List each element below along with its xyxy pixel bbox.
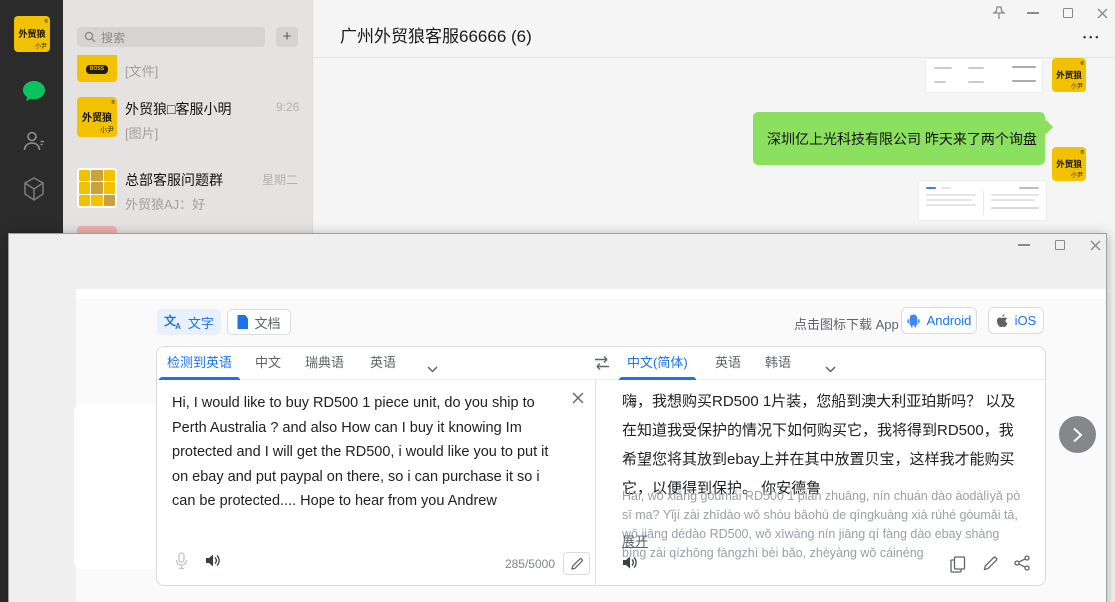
add-chat-button[interactable]: + [276, 27, 298, 47]
next-card-button[interactable] [1059, 416, 1096, 453]
pin-icon[interactable] [990, 4, 1008, 22]
next-arrow-icon [1072, 427, 1083, 443]
swap-languages-icon[interactable] [593, 355, 611, 376]
speaker-icon[interactable] [622, 555, 638, 575]
translation-text: 嗨，我想购买RD500 1片装，您船到澳大利亚珀斯吗？ 以及在知道我受保护的情况… [622, 387, 1018, 503]
chats-nav-icon[interactable] [21, 78, 47, 104]
close-button[interactable] [1093, 4, 1111, 22]
contacts-nav-icon[interactable] [21, 128, 47, 154]
chevron-down-icon[interactable] [427, 360, 438, 378]
minimize-button[interactable] [1015, 236, 1033, 254]
source-lang-tab[interactable]: 英语 [362, 347, 404, 380]
conversation-title: 广州外贸狼客服66666 (6) [340, 22, 532, 47]
pencil-icon[interactable] [983, 556, 998, 576]
user-avatar[interactable]: 外贸狼 ® 小尹 [14, 16, 50, 52]
chat-item-avatar[interactable]: 外贸狼 ® 小尹 [77, 97, 117, 137]
moments-cube-nav-icon[interactable] [21, 176, 47, 202]
image-message[interactable] [918, 180, 1047, 221]
chat-item-avatar[interactable]: BOSS [77, 55, 117, 82]
translator-window: 文A 文字 文档 点击图标下载 App Android iOS 检测到英语 中文… [8, 233, 1107, 602]
chat-more-menu[interactable]: ••• [1083, 32, 1101, 42]
target-lang-tab-active[interactable]: 中文(简体) [619, 347, 696, 380]
translator-toolbar-strip [76, 289, 1106, 299]
target-lang-tab[interactable]: 英语 [707, 347, 749, 380]
search-placeholder: 搜索 [101, 29, 125, 46]
avatar-brand-text: 外贸狼 [14, 27, 50, 40]
translation-card: 检测到英语 中文 瑞典语 英语 中文(简体) 英语 韩语 Hi, I would… [156, 346, 1046, 586]
download-hint: 点击图标下载 App [794, 314, 899, 333]
search-input[interactable]: 搜索 [77, 27, 265, 47]
maximize-button[interactable] [1051, 236, 1069, 254]
wen-a-translate-icon: 文A [164, 312, 182, 329]
maximize-button[interactable] [1059, 4, 1077, 22]
android-download-button[interactable]: Android [901, 307, 977, 334]
minimize-button[interactable] [1024, 4, 1042, 22]
pencil-icon [571, 558, 583, 570]
chat-item-time: 星期二 [262, 171, 298, 188]
message-text: 深圳亿上光科技有限公司 昨天来了两个询盘 [767, 129, 1037, 149]
tab-text-translate[interactable]: 文A 文字 [157, 309, 221, 335]
image-message[interactable] [925, 58, 1043, 93]
expand-link[interactable]: 展开 [622, 531, 648, 550]
speaker-icon[interactable] [205, 553, 221, 573]
clear-source-icon[interactable] [571, 391, 589, 409]
close-button[interactable] [1086, 236, 1104, 254]
ios-download-button[interactable]: iOS [988, 307, 1044, 334]
boss-badge: BOSS [86, 65, 108, 74]
chevron-down-icon[interactable] [825, 360, 836, 378]
edit-source-button[interactable] [563, 552, 590, 575]
tab-doc-translate[interactable]: 文档 [227, 309, 291, 335]
previous-translation-card-peek [74, 404, 158, 569]
source-lang-tab[interactable]: 瑞典语 [297, 347, 352, 380]
target-lang-tab[interactable]: 韩语 [757, 347, 799, 380]
chat-item-subtitle[interactable]: [图片] [125, 123, 158, 142]
text-message-bubble[interactable]: 深圳亿上光科技有限公司 昨天来了两个询盘 [753, 112, 1045, 165]
source-lang-tab-detected[interactable]: 检测到英语 [159, 347, 240, 380]
source-lang-tab[interactable]: 中文 [247, 347, 289, 380]
chat-item-time: 9:26 [276, 100, 298, 114]
source-text-area[interactable]: Hi, I would like to buy RD500 1 piece un… [172, 391, 564, 514]
mic-icon[interactable] [175, 552, 188, 575]
share-icon[interactable] [1014, 555, 1030, 576]
char-counter: 285/5000 [445, 557, 555, 571]
chat-item-title[interactable]: 总部客服问题群 [125, 170, 223, 190]
search-icon [84, 31, 96, 43]
panel-divider [595, 380, 596, 585]
peer-avatar[interactable]: 外贸狼 ® 小尹 [1052, 58, 1086, 92]
chat-item-subtitle[interactable]: [文件] [125, 61, 158, 80]
doc-icon [237, 315, 248, 329]
pinyin-text: Hāi, wǒ xiǎng gòumǎi RD500 1 piàn zhuāng… [622, 487, 1022, 563]
apple-icon [996, 314, 1008, 328]
copy-icon[interactable] [950, 556, 966, 578]
peer-avatar[interactable]: 外贸狼 ® 小尹 [1052, 147, 1086, 181]
chat-item-title[interactable]: 外贸狼□客服小明 [125, 99, 231, 119]
screenshot-root: 外贸狼 ® 小尹 搜索 + BOSS [文件] [0, 0, 1115, 602]
chat-item-group-avatar[interactable] [77, 168, 117, 208]
chat-item-subtitle[interactable]: 外贸狼AJ：好 [125, 194, 205, 213]
android-icon [907, 314, 920, 328]
